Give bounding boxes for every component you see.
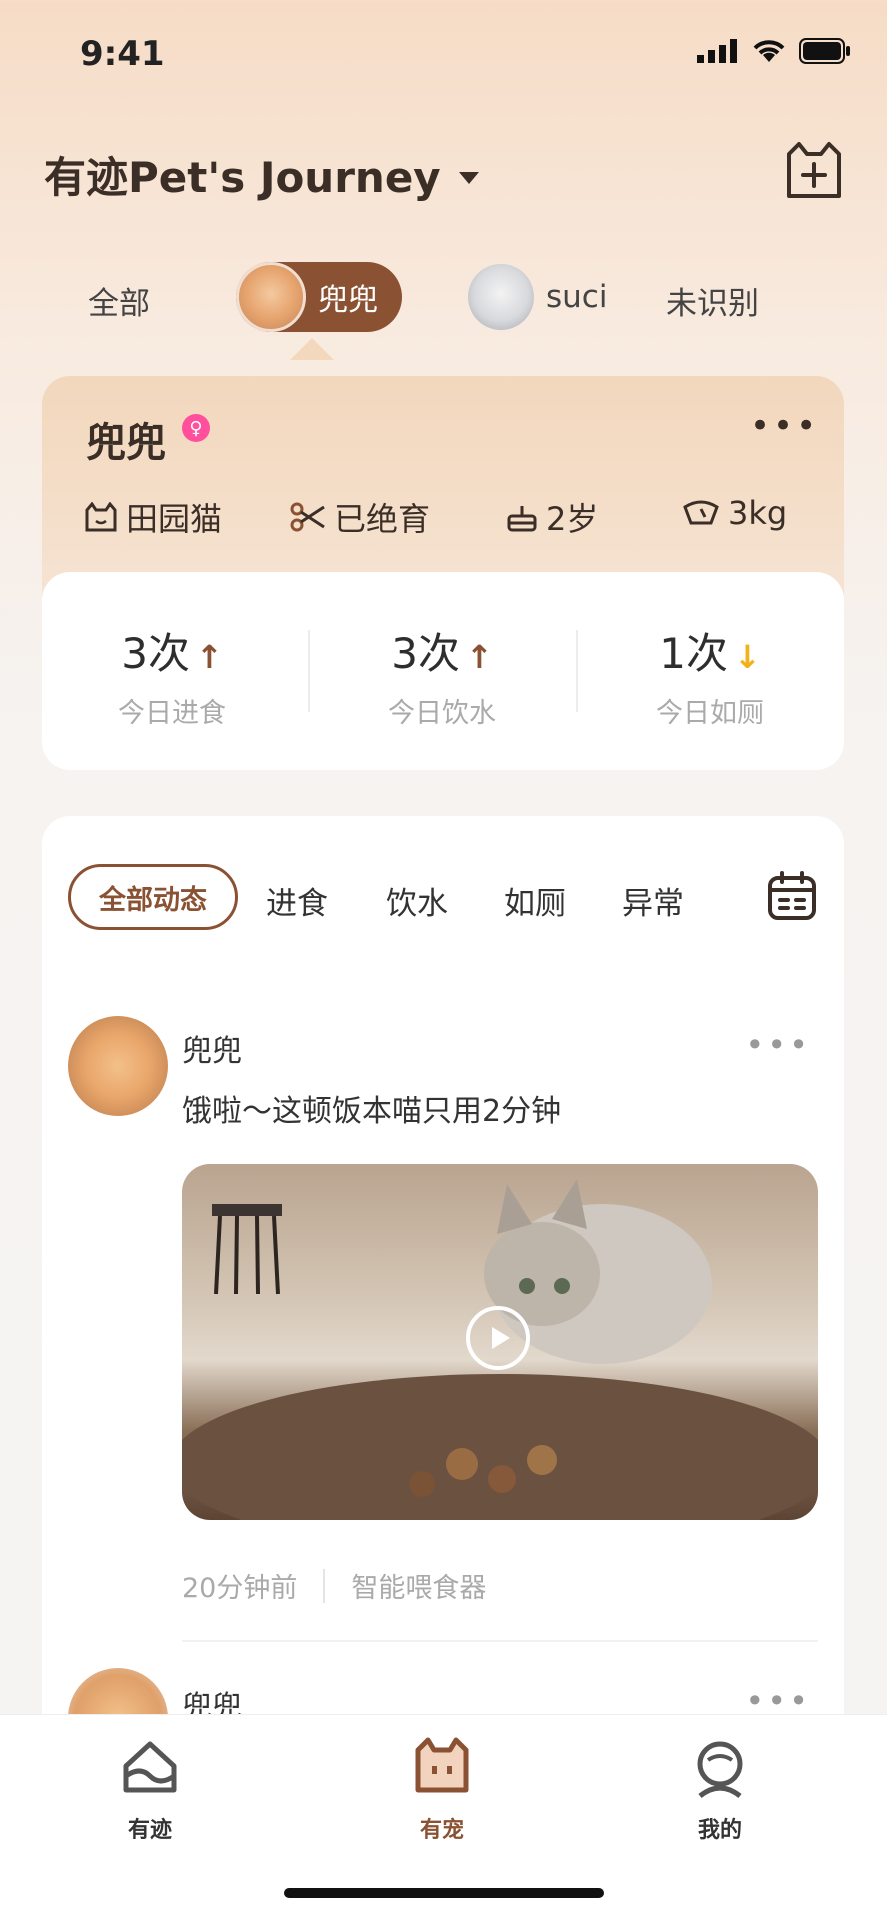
pet-tab-label: 兜兜 (318, 283, 378, 318)
add-pet-icon[interactable] (783, 140, 845, 202)
tab-label: 我的 (697, 1818, 742, 1843)
play-icon[interactable] (466, 1306, 530, 1370)
stat-value: 1次 (659, 629, 728, 678)
tab-label: 有宠 (419, 1818, 464, 1843)
down-arrow-icon: ↓ (733, 638, 761, 676)
battery-icon (799, 38, 850, 64)
weight-text: 3kg (728, 494, 788, 532)
cat-face-icon (85, 502, 117, 532)
tab-mine[interactable]: 我的 (650, 1736, 790, 1844)
stat-label: 今日如厕 (656, 698, 764, 729)
app-title: 有迹Pet's Journey (44, 153, 441, 202)
cat-head-icon (415, 1737, 469, 1793)
divider (308, 630, 310, 712)
post-more-icon[interactable]: ••• (745, 1026, 811, 1064)
stat-drink[interactable]: 3次 ↑ 今日饮水 (332, 620, 552, 730)
profile-icon (697, 1741, 743, 1799)
post-source: 智能喂食器 (351, 1573, 487, 1604)
calendar-icon[interactable] (766, 870, 818, 922)
filter-all-activity[interactable]: 全部动态 (68, 864, 238, 930)
post-author-name: 兜兜 (182, 1034, 242, 1069)
filter-eat[interactable]: 进食 (266, 878, 328, 923)
neuter-text: 已绝育 (334, 500, 431, 538)
signal-icon (697, 39, 737, 63)
filter-drink[interactable]: 饮水 (386, 878, 448, 923)
stat-value: 3次 (391, 629, 460, 678)
stat-label: 今日饮水 (388, 698, 496, 729)
divider (182, 1640, 818, 1642)
divider (576, 630, 578, 712)
more-icon[interactable]: ••• (750, 406, 819, 446)
pet-tab-unrecognized[interactable]: 未识别 (666, 278, 759, 323)
age-info: 2岁 (506, 494, 598, 540)
scissors-icon (290, 502, 325, 532)
journey-icon (123, 1741, 177, 1793)
caret-down-icon (458, 171, 479, 184)
pet-tab-all[interactable]: 全部 (88, 278, 150, 323)
tab-pets[interactable]: 有宠 (372, 1736, 512, 1844)
stat-value: 3次 (121, 629, 190, 678)
up-arrow-icon: ↑ (465, 638, 493, 676)
stat-label: 今日进食 (118, 698, 226, 729)
home-indicator (284, 1888, 604, 1898)
status-icons (697, 38, 851, 64)
breed-info: 田园猫 (84, 494, 222, 540)
pet-avatar (468, 264, 534, 330)
pet-tab-label: suci (546, 279, 608, 315)
up-arrow-icon: ↑ (195, 638, 223, 676)
pet-tab-suci[interactable]: suci (468, 264, 607, 330)
age-text: 2岁 (546, 500, 599, 538)
neuter-info: 已绝育 (290, 494, 430, 540)
weight-info: 3kg (682, 494, 787, 532)
tab-label: 有迹 (127, 1818, 172, 1843)
tab-pointer (290, 338, 334, 360)
cake-icon (507, 506, 537, 532)
pet-name: 兜兜 (86, 420, 166, 466)
post-author-avatar[interactable] (68, 1016, 168, 1116)
female-icon: ♀ (182, 414, 210, 442)
post-text: 饿啦～这顿饭本喵只用2分钟 (182, 1094, 562, 1129)
status-time: 9:41 (80, 34, 165, 74)
wifi-icon (753, 40, 785, 62)
stat-eat[interactable]: 3次 ↑ 今日进食 (62, 620, 282, 730)
filter-abnormal[interactable]: 异常 (622, 878, 684, 923)
post-time: 20分钟前 (182, 1573, 298, 1604)
divider (323, 1568, 326, 1603)
filter-toilet[interactable]: 如厕 (504, 878, 566, 923)
pet-tab-doudou[interactable]: 兜兜 (236, 262, 402, 332)
post-meta: 20分钟前 智能喂食器 (182, 1566, 486, 1605)
app-title-selector[interactable]: 有迹Pet's Journey (44, 144, 479, 205)
tab-journey[interactable]: 有迹 (80, 1736, 220, 1844)
scale-icon (683, 500, 719, 525)
breed-text: 田园猫 (126, 500, 223, 538)
stat-toilet[interactable]: 1次 ↓ 今日如厕 (600, 620, 820, 730)
pet-avatar (236, 262, 306, 332)
